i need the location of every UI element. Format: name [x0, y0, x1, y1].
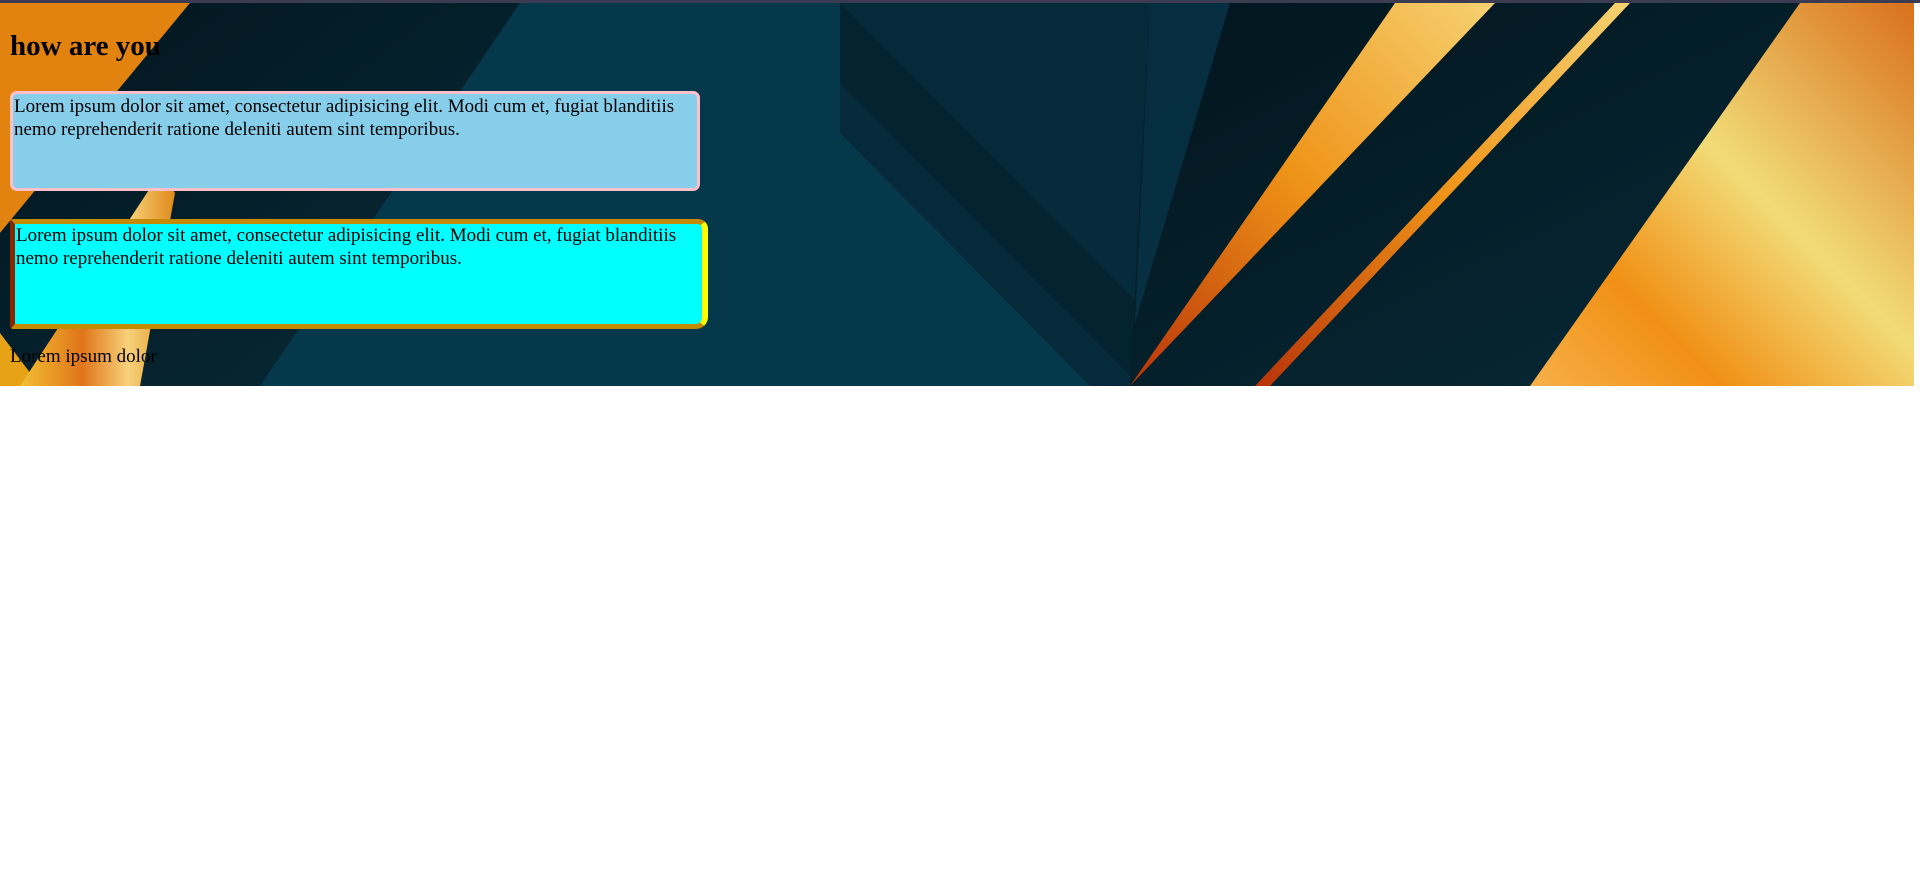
lorem-box-pink-border: Lorem ipsum dolor sit amet, consectetur …	[10, 91, 700, 191]
footer-text: Lorem ipsum dolor	[10, 346, 157, 367]
page-heading: how are you	[10, 30, 161, 62]
lorem-box-multicolor-border: Lorem ipsum dolor sit amet, consectetur …	[10, 219, 708, 329]
hero-background: how are you Lorem ipsum dolor sit amet, …	[0, 3, 1914, 386]
